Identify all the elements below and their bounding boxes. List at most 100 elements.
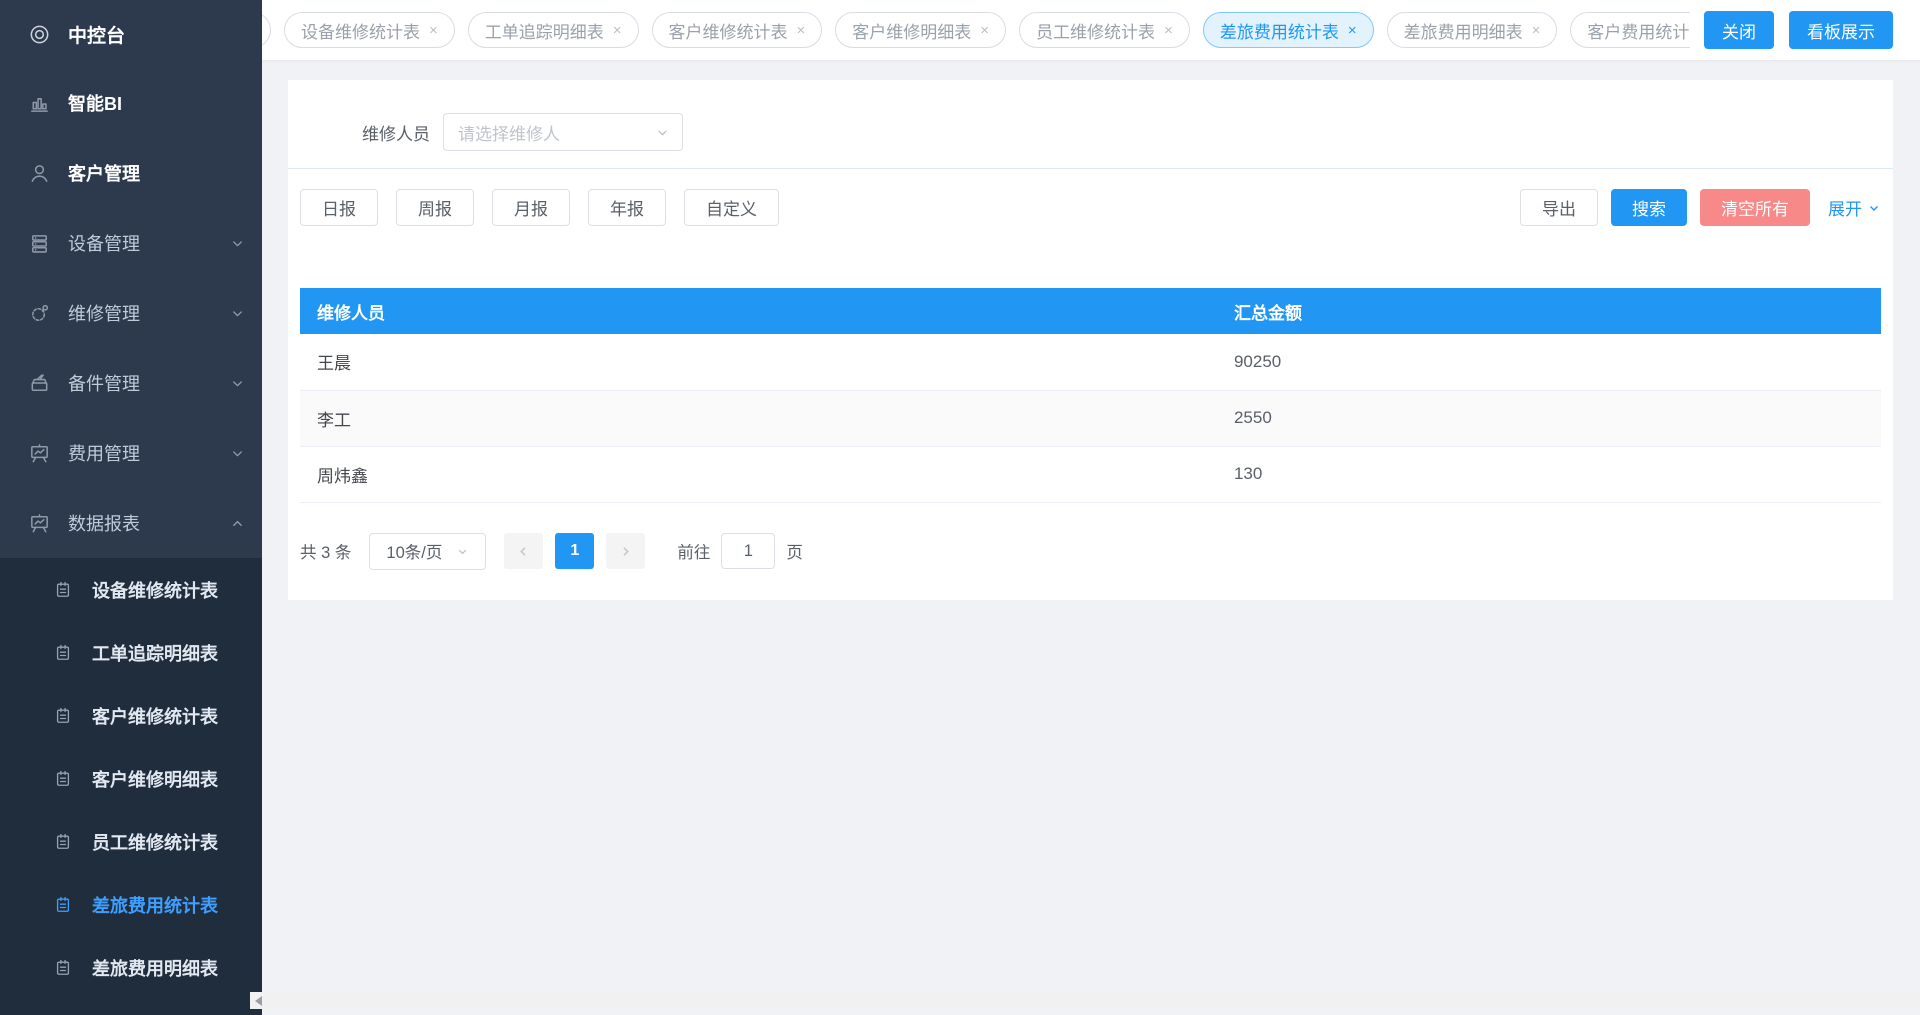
- sidebar-item-label: 维修管理: [68, 300, 140, 326]
- sidebar-item-label: 智能BI: [68, 90, 122, 116]
- tab-close-icon[interactable]: ×: [1164, 23, 1173, 38]
- sidebar-item-smart-bi[interactable]: 智能BI: [0, 68, 262, 138]
- sidebar-subitem-staff-repair-stats[interactable]: 员工维修统计表: [0, 810, 262, 873]
- sidebar-subitem-workorder-trace[interactable]: 工单追踪明细表: [0, 621, 262, 684]
- cell-person: 王晨: [300, 334, 1217, 390]
- filter-divider: [288, 168, 1893, 169]
- target-icon: [28, 23, 51, 46]
- sidebar-item-parts-mgmt[interactable]: 备件管理: [0, 348, 262, 418]
- sidebar-item-label: 费用管理: [68, 440, 140, 466]
- tab-label: 客户维修明细表: [852, 18, 971, 43]
- tab-close-icon[interactable]: ×: [980, 23, 989, 38]
- report-tab[interactable]: 员工维修统计表×: [1019, 12, 1190, 48]
- sidebar-subitem-customer-repair-detail[interactable]: 客户维修明细表: [0, 747, 262, 810]
- notebook-icon: [53, 643, 73, 663]
- sidebar-item-label: 数据报表: [68, 510, 140, 536]
- repair-person-select[interactable]: 请选择维修人: [443, 113, 683, 151]
- tab-label: 差旅费用明细表: [1404, 18, 1523, 43]
- next-page-button[interactable]: [606, 533, 645, 569]
- board-display-button[interactable]: 看板展示: [1789, 11, 1893, 49]
- report-tab[interactable]: 客户费用统计表×: [1570, 12, 1690, 48]
- expand-link[interactable]: 展开: [1828, 195, 1881, 220]
- content-area: 维修人员 请选择维修人 日报周报月报年报自定义 导出 搜索 清空所有: [262, 60, 1920, 1015]
- report-tab[interactable]: 差旅费用统计表 ×: [1203, 12, 1374, 48]
- chevron-down: [230, 446, 245, 461]
- page-size-select[interactable]: 10条/页: [369, 533, 486, 570]
- tab-label: 差旅费用统计表: [1220, 18, 1339, 43]
- page-size-label: 10条/页: [386, 539, 442, 563]
- report-tab[interactable]: 工单追踪明细表×: [468, 12, 639, 48]
- sidebar-subitem-travel-expense-detail[interactable]: 差旅费用明细表: [0, 936, 262, 999]
- report-tab[interactable]: 客户维修明细表 ×: [835, 12, 1006, 48]
- goto-page-input[interactable]: [721, 533, 775, 569]
- sidebar-subitem-device-repair-stats[interactable]: 设备维修统计表: [0, 558, 262, 621]
- magnifier-icon: [28, 302, 51, 325]
- tab-close-icon[interactable]: ×: [1348, 23, 1357, 38]
- tab-label: 客户维修统计表: [669, 18, 788, 43]
- goto-page: 前往 页: [677, 533, 803, 569]
- page-unit-label: 页: [786, 539, 803, 563]
- notebook-icon: [53, 769, 73, 789]
- period-button[interactable]: 自定义: [684, 189, 779, 226]
- app-title: 中控台: [68, 21, 125, 48]
- total-count: 共 3 条: [300, 539, 351, 563]
- table-row: 王晨90250: [300, 334, 1881, 390]
- prev-page-button[interactable]: [504, 533, 543, 569]
- sidebar-item-data-reports[interactable]: 数据报表: [0, 488, 262, 558]
- period-button[interactable]: 日报: [300, 189, 378, 226]
- tab-bar: 设备维修统计表×工单追踪明细表×客户维修统计表×客户维修明细表×员工维修统计表×…: [262, 0, 1920, 60]
- sidebar-subitem-travel-expense-stats[interactable]: 差旅费用统计表: [0, 873, 262, 936]
- horizontal-scrollbar[interactable]: [250, 992, 1920, 1009]
- tab-close-icon[interactable]: ×: [429, 23, 438, 38]
- notebook-icon: [53, 832, 73, 852]
- clear-all-button[interactable]: 清空所有: [1700, 189, 1810, 226]
- cell-person: 周炜鑫: [300, 446, 1217, 502]
- period-button[interactable]: 周报: [396, 189, 474, 226]
- report-tab[interactable]: 设备维修统计表×: [284, 12, 455, 48]
- sidebar-logo[interactable]: 中控台: [0, 0, 262, 68]
- cell-amount: 130: [1217, 446, 1881, 502]
- sidebar-subitem-label: 差旅费用统计表: [92, 892, 218, 918]
- sidebar-item-label: 备件管理: [68, 370, 140, 396]
- toolbar: 日报周报月报年报自定义 导出 搜索 清空所有 展开: [288, 189, 1893, 226]
- period-button[interactable]: 月报: [492, 189, 570, 226]
- toolbar-actions: 导出 搜索 清空所有 展开: [1520, 189, 1881, 226]
- sidebar-subitem-label: 设备维修统计表: [92, 577, 218, 603]
- sidebar-submenu: 设备维修统计表工单追踪明细表客户维修统计表客户维修明细表员工维修统计表差旅费用统…: [0, 558, 262, 1015]
- search-button[interactable]: 搜索: [1611, 189, 1687, 226]
- sidebar-item-label: 客户管理: [68, 160, 140, 186]
- sidebar-subitem-customer-repair-stats[interactable]: 客户维修统计表: [0, 684, 262, 747]
- table-row: 周炜鑫130: [300, 446, 1881, 502]
- tab-close-icon[interactable]: ×: [613, 23, 622, 38]
- sidebar-item-repair-mgmt[interactable]: 维修管理: [0, 278, 262, 348]
- notebook-icon: [53, 706, 73, 726]
- sidebar-subitem-label: 工单追踪明细表: [92, 640, 218, 666]
- export-button[interactable]: 导出: [1520, 189, 1598, 226]
- period-button[interactable]: 年报: [588, 189, 666, 226]
- pagination: 共 3 条 10条/页 1: [300, 533, 1881, 570]
- close-tabs-button[interactable]: 关闭: [1704, 11, 1774, 49]
- open-tabs: 设备维修统计表×工单追踪明细表×客户维修统计表×客户维修明细表×员工维修统计表×…: [262, 12, 1690, 48]
- cell-amount: 90250: [1217, 334, 1881, 390]
- chevron-down-icon: [655, 125, 670, 140]
- sidebar-item-fee-mgmt[interactable]: 费用管理: [0, 418, 262, 488]
- cell-amount: 2550: [1217, 390, 1881, 446]
- chevron-down: [230, 306, 245, 321]
- sidebar-menu: 智能BI 客户管理设备管理维修管理备件管理费用管理数据报表: [0, 68, 262, 558]
- report-tab[interactable]: [262, 12, 271, 48]
- tab-close-icon[interactable]: ×: [1532, 23, 1541, 38]
- sidebar-item-customer-mgmt[interactable]: 客户管理: [0, 138, 262, 208]
- goto-label: 前往: [677, 539, 710, 563]
- toolbox-icon: [28, 372, 51, 395]
- notebook-icon: [53, 580, 73, 600]
- report-tab[interactable]: 差旅费用明细表 ×: [1387, 12, 1558, 48]
- current-page-button[interactable]: 1: [555, 533, 594, 569]
- chevron-down: [230, 236, 245, 251]
- sidebar-item-device-mgmt[interactable]: 设备管理: [0, 208, 262, 278]
- report-tab[interactable]: 客户维修统计表 ×: [652, 12, 823, 48]
- chevron-up: [230, 516, 245, 531]
- tab-close-icon[interactable]: ×: [797, 23, 806, 38]
- notebook-icon: [53, 958, 73, 978]
- repair-person-label: 维修人员: [288, 120, 443, 145]
- scroll-left-arrow-icon[interactable]: [255, 996, 262, 1006]
